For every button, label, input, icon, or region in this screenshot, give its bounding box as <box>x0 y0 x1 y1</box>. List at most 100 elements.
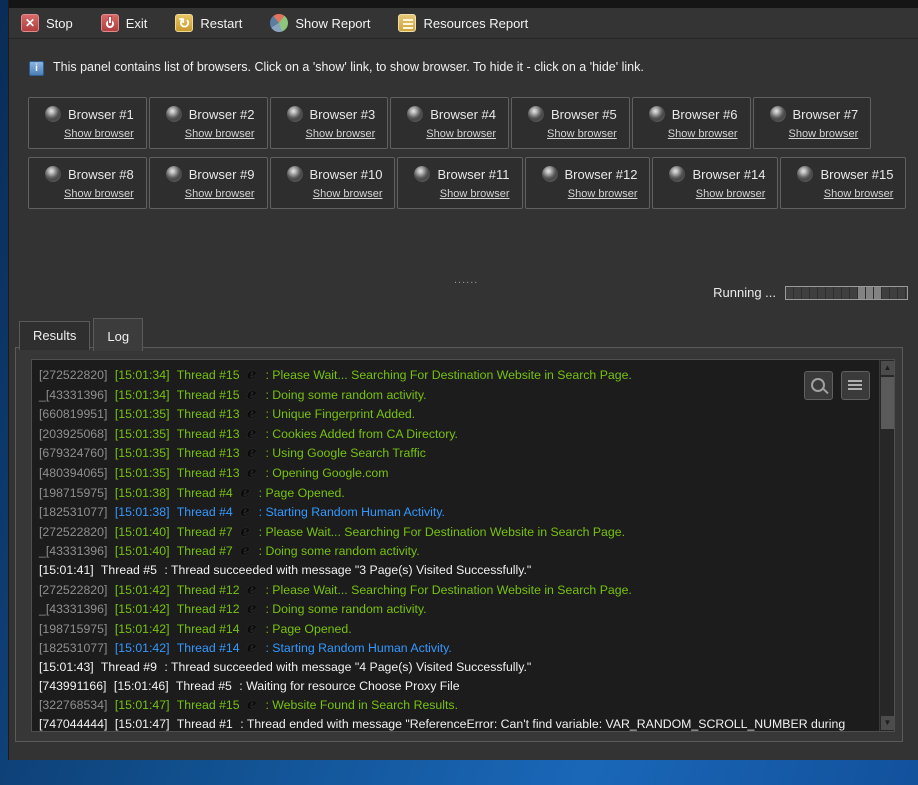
browser-card-label: Browser #9 <box>189 167 255 182</box>
log-message: : Doing some random activity. <box>265 388 426 402</box>
browser-card: Browser #5 Show browser <box>511 97 630 149</box>
browser-card: Browser #7 Show browser <box>753 97 872 149</box>
ie-browser-icon: e <box>247 599 260 618</box>
log-message: : Website Found in Search Results. <box>265 698 458 712</box>
log-line: [272522820] [15:01:34] Thread #15 e : Pl… <box>39 365 875 385</box>
title-strip <box>9 0 918 8</box>
show-browser-link[interactable]: Show browser <box>306 128 376 140</box>
log-scrollbar[interactable]: ▲ ▼ <box>879 360 894 731</box>
log-thread: Thread #15 <box>177 368 240 382</box>
log-line: [322768534] [15:01:47] Thread #15 e : We… <box>39 695 875 715</box>
browser-card-label: Browser #2 <box>189 107 255 122</box>
toolbar: Stop Exit Restart Show Report Resources … <box>9 8 918 39</box>
browser-card: Browser #2 Show browser <box>149 97 268 149</box>
log-thread: Thread #12 <box>177 602 240 616</box>
toolbar-button-label: Restart <box>200 16 242 31</box>
ie-browser-icon: e <box>240 483 253 502</box>
log-message: : Please Wait... Searching For Destinati… <box>265 368 631 382</box>
browser-icon <box>770 106 786 122</box>
show-browser-link[interactable]: Show browser <box>426 128 496 140</box>
log-line: _[43331396] [15:01:42] Thread #12 e : Do… <box>39 599 875 619</box>
browser-icon <box>166 166 182 182</box>
log-line: [203925068] [15:01:35] Thread #13 e : Co… <box>39 424 875 444</box>
browser-icon <box>528 106 544 122</box>
log-action-id: [743991166] <box>39 679 106 693</box>
log-thread: Thread #1 <box>177 717 233 731</box>
show-browser-link[interactable]: Show browser <box>668 128 738 140</box>
browser-row: Browser #8 Show browser Browser #9 Show … <box>28 157 888 209</box>
ie-browser-icon: e <box>240 522 253 541</box>
ie-browser-icon: e <box>247 404 260 423</box>
log-thread: Thread #13 <box>177 446 240 460</box>
log-timestamp: [15:01:42] <box>115 602 170 616</box>
show-browser-link[interactable]: Show browser <box>696 188 766 200</box>
log-timestamp: [15:01:38] <box>115 505 170 519</box>
log-message: : Please Wait... Searching For Destinati… <box>259 525 625 539</box>
toolbar-button-label: Exit <box>126 16 148 31</box>
log-line: [272522820] [15:01:42] Thread #12 e : Pl… <box>39 580 875 600</box>
log-menu-button[interactable] <box>841 371 870 400</box>
browser-card-label: Browser #8 <box>68 167 134 182</box>
log-action-id: [182531077] <box>39 505 107 519</box>
scroll-down-arrow-icon[interactable]: ▼ <box>881 716 894 730</box>
status-dots: ...... <box>454 274 478 286</box>
show-browser-link[interactable]: Show browser <box>789 128 859 140</box>
log-thread: Thread #12 <box>177 583 240 597</box>
log-thread: Thread #14 <box>177 622 240 636</box>
tab-log[interactable]: Log <box>93 318 143 351</box>
stop-button[interactable]: Stop <box>21 14 73 32</box>
exit-button[interactable]: Exit <box>101 14 148 32</box>
show-browser-link[interactable]: Show browser <box>568 188 638 200</box>
show-browser-link[interactable]: Show browser <box>824 188 894 200</box>
scroll-up-arrow-icon[interactable]: ▲ <box>881 361 894 375</box>
browser-card: Browser #14 Show browser <box>652 157 778 209</box>
show-browser-link[interactable]: Show browser <box>64 128 134 140</box>
progress-bar-segments <box>786 287 907 299</box>
log-timestamp: [15:01:35] <box>115 446 170 460</box>
app-window: Stop Exit Restart Show Report Resources … <box>8 0 918 760</box>
resources-report-button[interactable]: Resources Report <box>398 14 528 32</box>
ie-browser-icon: e <box>247 638 260 657</box>
browser-card-label: Browser #6 <box>672 107 738 122</box>
log-line: [272522820] [15:01:40] Thread #7 e : Ple… <box>39 522 875 542</box>
browser-icon <box>287 166 303 182</box>
show-browser-link[interactable]: Show browser <box>547 128 617 140</box>
scrollbar-thumb[interactable] <box>881 377 894 429</box>
restart-button[interactable]: Restart <box>175 14 242 32</box>
log-search-button[interactable] <box>804 371 833 400</box>
show-report-icon <box>270 14 288 32</box>
running-label: Running ... <box>713 285 776 300</box>
browser-panel: Browser #1 Show browser Browser #2 Show … <box>28 97 888 217</box>
browser-card-label: Browser #12 <box>565 167 638 182</box>
log-action-id: [203925068] <box>39 427 107 441</box>
log-thread: Thread #9 <box>101 660 157 674</box>
log-thread: Thread #15 <box>177 698 240 712</box>
log-line: [660819951] [15:01:35] Thread #13 e : Un… <box>39 404 875 424</box>
browser-card: Browser #9 Show browser <box>149 157 268 209</box>
tab-results[interactable]: Results <box>19 321 90 350</box>
log-thread: Thread #15 <box>177 388 240 402</box>
show-browser-link[interactable]: Show browser <box>185 128 255 140</box>
log-message: : Page Opened. <box>265 622 351 636</box>
log-message: : Thread succeeded with message "3 Page(… <box>164 563 531 577</box>
log-line: [15:01:41] Thread #5 : Thread succeeded … <box>39 561 875 580</box>
show-browser-link[interactable]: Show browser <box>185 188 255 200</box>
log-thread: Thread #7 <box>177 525 233 539</box>
browser-card: Browser #6 Show browser <box>632 97 751 149</box>
show-browser-link[interactable]: Show browser <box>440 188 510 200</box>
show-report-button[interactable]: Show Report <box>270 14 370 32</box>
log-timestamp: [15:01:46] <box>114 679 169 693</box>
browser-icon <box>45 166 61 182</box>
log-action-id: [322768534] <box>39 698 107 712</box>
log-thread: Thread #14 <box>177 641 240 655</box>
browser-icon <box>407 106 423 122</box>
log-message: : Doing some random activity. <box>259 544 420 558</box>
log-line: _[43331396] [15:01:34] Thread #15 e : Do… <box>39 385 875 405</box>
browser-card: Browser #10 Show browser <box>270 157 396 209</box>
info-icon: i <box>29 61 44 76</box>
log-timestamp: [15:01:35] <box>115 427 170 441</box>
show-browser-link[interactable]: Show browser <box>313 188 383 200</box>
browser-card: Browser #8 Show browser <box>28 157 147 209</box>
show-browser-link[interactable]: Show browser <box>64 188 134 200</box>
browser-card-label: Browser #11 <box>437 167 509 182</box>
